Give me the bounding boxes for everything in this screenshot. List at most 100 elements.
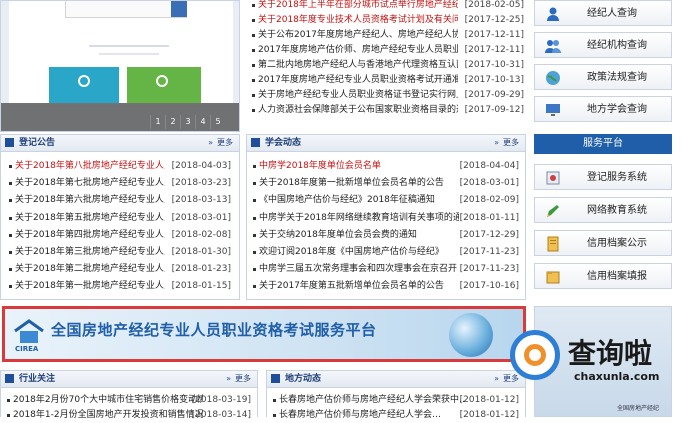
item-title[interactable]: 关于2018年第一批房地产经纪专业人员…	[15, 278, 165, 295]
sidebar-item-credit-publicity[interactable]: 信用档案公示	[534, 230, 672, 256]
item-title[interactable]: 欢迎订阅2018年度《中国房地产估价与经纪》	[259, 244, 459, 261]
news-title[interactable]: 关于2018年上半年在部分城市试点举行房地产经纪专业…	[258, 0, 458, 13]
item-title[interactable]: 关于2018年第四批房地产经纪专业人员…	[15, 227, 165, 244]
item-title[interactable]: 长春房地产估价师与房地产经纪人学会荣获中…	[279, 393, 464, 408]
list-item[interactable]: 关于公布2017年度房地产经纪人、房地产经纪人协理职… [2017-12-11]	[250, 28, 526, 43]
item-title[interactable]: 关于2018年第三批房地产经纪专业人员…	[15, 244, 165, 261]
sidebar-item-credit-report[interactable]: 信用档案填报	[534, 263, 672, 289]
banner-tile-green	[127, 67, 201, 103]
bullet-icon	[7, 399, 10, 402]
sidebar-item-label: 经纪人查询	[587, 8, 637, 19]
top-news-list: 关于2018年上半年在部分城市试点举行房地产经纪专业…[2018-02-05] …	[250, 0, 526, 118]
item-title[interactable]: 中房学三届五次常务理事会和四次理事会在京召开	[259, 261, 459, 278]
item-date: [2017-11-23]	[459, 246, 519, 257]
bullet-icon	[9, 250, 12, 254]
list-item[interactable]: 长春房地产估价师与房地产经纪人学会荣获中… [2018-01-12]	[271, 393, 521, 408]
news-title[interactable]: 2017年度房地产估价师、房地产经纪专业人员职业资格…	[258, 43, 458, 58]
news-title[interactable]: 人力资源社会保障部关于公布国家职业资格目录的通知	[258, 103, 458, 118]
society-list: 中房学2018年度单位会员名单 [2018-04-04] 关于2018年度第一批新…	[247, 152, 525, 296]
more-link[interactable]: » 更多	[494, 135, 519, 151]
registration-list: 关于2018年第八批房地产经纪专业人员… [2018-04-03] 关于2018年…	[1, 152, 239, 296]
item-title[interactable]: 关于2018年第五批房地产经纪专业人员…	[15, 210, 165, 227]
list-item[interactable]: 关于2018年第七批房地产经纪专业人员… [2018-03-23]	[7, 175, 233, 192]
sidebar-item-registration-system[interactable]: 登记服务系统	[534, 164, 672, 190]
sidebar-item-agent-query[interactable]: 经纪人查询	[534, 0, 672, 26]
banner-page-1[interactable]: 1	[150, 115, 165, 129]
section-icon	[5, 374, 14, 383]
list-item[interactable]: 关于2018年上半年在部分城市试点举行房地产经纪专业… [2018-02-05]	[250, 0, 526, 13]
sidebar-item-agency-query[interactable]: 经纪机构查询	[534, 32, 672, 58]
list-item[interactable]: 关于交纳2018年度单位会员会费的通知 [2017-12-29]	[251, 227, 521, 244]
item-title[interactable]: 关于交纳2018年度单位会员会费的通知	[259, 227, 459, 244]
sidebar-item-label: 信用档案填报	[587, 271, 647, 282]
list-item[interactable]: 2017年度房地产经纪专业人员职业资格考试开通准考证… [2017-10-13]	[250, 73, 526, 88]
list-item[interactable]: 2018年2月份70个大中城市住宅销售价格变动情况 [2018-03-19]	[5, 393, 253, 408]
section-title: 登记公告	[19, 138, 56, 148]
list-item[interactable]: 关于2018年第六批房地产经纪专业人员… [2018-03-13]	[7, 192, 233, 209]
list-item[interactable]: 关于2018年第四批房地产经纪专业人员… [2018-02-08]	[7, 227, 233, 244]
item-title[interactable]: 关于2018年度第一批新增单位会员名单的公告	[259, 175, 459, 192]
double-chevron-icon: »	[494, 138, 499, 147]
watermark: 查询啦 chaxunla.com	[510, 330, 682, 390]
list-item[interactable]: 关于2018年第三批房地产经纪专业人员… [2018-01-30]	[7, 244, 233, 261]
list-item[interactable]: 关于2018年度专业技术人员资格考试计划及有关问题的… [2017-12-25]	[250, 13, 526, 28]
news-title[interactable]: 第二批内地房地产经纪人与香港地产代理资格互认面授…	[258, 58, 458, 73]
sidebar-item-online-education[interactable]: 网络教育系统	[534, 197, 672, 223]
list-item[interactable]: 中房学关于2018年网络继续教育培训有关事项的通知 [2018-01-11]	[251, 210, 521, 227]
sidebar-item-local-society-query[interactable]: 地方学会查询	[534, 96, 672, 122]
list-item[interactable]: 中房学三届五次常务理事会和四次理事会在京召开 [2017-11-23]	[251, 261, 521, 278]
banner-page-5[interactable]: 5	[210, 115, 225, 129]
list-item[interactable]: 《中国房地产估价与经纪》2018年征稿通知 [2018-02-09]	[251, 192, 521, 209]
item-title[interactable]: 2018年1-2月份全国房地产开发投资和销售情况	[13, 408, 203, 423]
item-date: [2018-03-01]	[171, 212, 231, 223]
list-item[interactable]: 关于2018年第五批房地产经纪专业人员… [2018-03-01]	[7, 210, 233, 227]
double-chevron-icon: »	[226, 374, 231, 383]
list-item[interactable]: 长春房地产估价师与房地产经纪人学会… [2018-01-12]	[271, 408, 521, 423]
sidebar-item-label: 经纪机构查询	[587, 40, 647, 51]
magnifier-ring-icon	[524, 344, 546, 366]
list-item[interactable]: 2018年1-2月份全国房地产开发投资和销售情况 [2018-03-14]	[5, 408, 253, 423]
item-title[interactable]: 中房学2018年度单位会员名单	[259, 158, 459, 175]
item-title[interactable]: 中房学关于2018年网络继续教育培训有关事项的通知	[259, 210, 459, 227]
more-link[interactable]: » 更多	[226, 371, 251, 387]
sidebar-item-policy-query[interactable]: 政策法规查询	[534, 64, 672, 90]
hero-banner[interactable]: 1 2 3 4 5	[0, 0, 240, 132]
more-link[interactable]: » 更多	[208, 135, 233, 151]
item-title[interactable]: 关于2018年第二批房地产经纪专业人员…	[15, 261, 165, 278]
section-title: 学会动态	[265, 138, 302, 148]
list-item[interactable]: 2017年度房地产估价师、房地产经纪专业人员职业资格… [2017-12-11]	[250, 43, 526, 58]
item-title[interactable]: 《中国房地产估价与经纪》2018年征稿通知	[259, 192, 459, 209]
news-title[interactable]: 2017年度房地产经纪专业人员职业资格考试开通准考证…	[258, 73, 458, 88]
banner-page-4[interactable]: 4	[195, 115, 210, 129]
list-item[interactable]: 关于2018年第八批房地产经纪专业人员… [2018-04-03]	[7, 158, 233, 175]
bullet-icon	[9, 233, 12, 237]
banner-page-2[interactable]: 2	[165, 115, 180, 129]
list-item[interactable]: 关于房地产经纪专业人员职业资格证书登记实行网上办… [2017-09-29]	[250, 88, 526, 103]
item-title[interactable]: 关于2018年第七批房地产经纪专业人员…	[15, 175, 165, 192]
item-title[interactable]: 关于2018年第六批房地产经纪专业人员…	[15, 192, 165, 209]
news-title[interactable]: 关于房地产经纪专业人员职业资格证书登记实行网上办…	[258, 88, 458, 103]
local-panel: 地方动态 » 更多 长春房地产估价师与房地产经纪人学会荣获中… [2018-01-1…	[266, 370, 526, 420]
list-item[interactable]: 第二批内地房地产经纪人与香港地产代理资格互认面授… [2017-10-31]	[250, 58, 526, 73]
list-item[interactable]: 欢迎订阅2018年度《中国房地产估价与经纪》 [2017-11-23]	[251, 244, 521, 261]
bullet-icon	[253, 285, 256, 289]
news-title[interactable]: 关于公布2017年度房地产经纪人、房地产经纪人协理职…	[258, 28, 458, 43]
item-date: [2018-02-08]	[171, 229, 231, 240]
item-date: [2017-10-16]	[459, 281, 519, 292]
item-title[interactable]: 关于2018年第八批房地产经纪专业人员…	[15, 158, 165, 175]
list-item[interactable]: 人力资源社会保障部关于公布国家职业资格目录的通知 [2017-09-12]	[250, 103, 526, 118]
list-item[interactable]: 关于2018年第二批房地产经纪专业人员… [2018-01-23]	[7, 261, 233, 278]
bullet-icon	[9, 182, 12, 186]
banner-page-3[interactable]: 3	[180, 115, 195, 129]
list-item[interactable]: 中房学2018年度单位会员名单 [2018-04-04]	[251, 158, 521, 175]
exam-platform-banner[interactable]: CIREA 全国房地产经纪专业人员职业资格考试服务平台	[2, 306, 526, 362]
list-item[interactable]: 关于2018年第一批房地产经纪专业人员… [2018-01-15]	[7, 278, 233, 295]
item-title[interactable]: 关于2017年度第五批新增单位会员名单的公告	[259, 278, 459, 295]
news-title[interactable]: 关于2018年度专业技术人员资格考试计划及有关问题的…	[258, 13, 458, 28]
item-title[interactable]: 长春房地产估价师与房地产经纪人学会…	[279, 408, 464, 423]
section-icon	[251, 138, 260, 147]
local-list: 长春房地产估价师与房地产经纪人学会荣获中… [2018-01-12] 长春房地产估…	[267, 388, 525, 423]
list-item[interactable]: 关于2018年度第一批新增单位会员名单的公告 [2018-03-01]	[251, 175, 521, 192]
list-item[interactable]: 关于2017年度第五批新增单位会员名单的公告 [2017-10-16]	[251, 278, 521, 295]
item-title[interactable]: 2018年2月份70个大中城市住宅销售价格变动情况	[13, 393, 203, 408]
